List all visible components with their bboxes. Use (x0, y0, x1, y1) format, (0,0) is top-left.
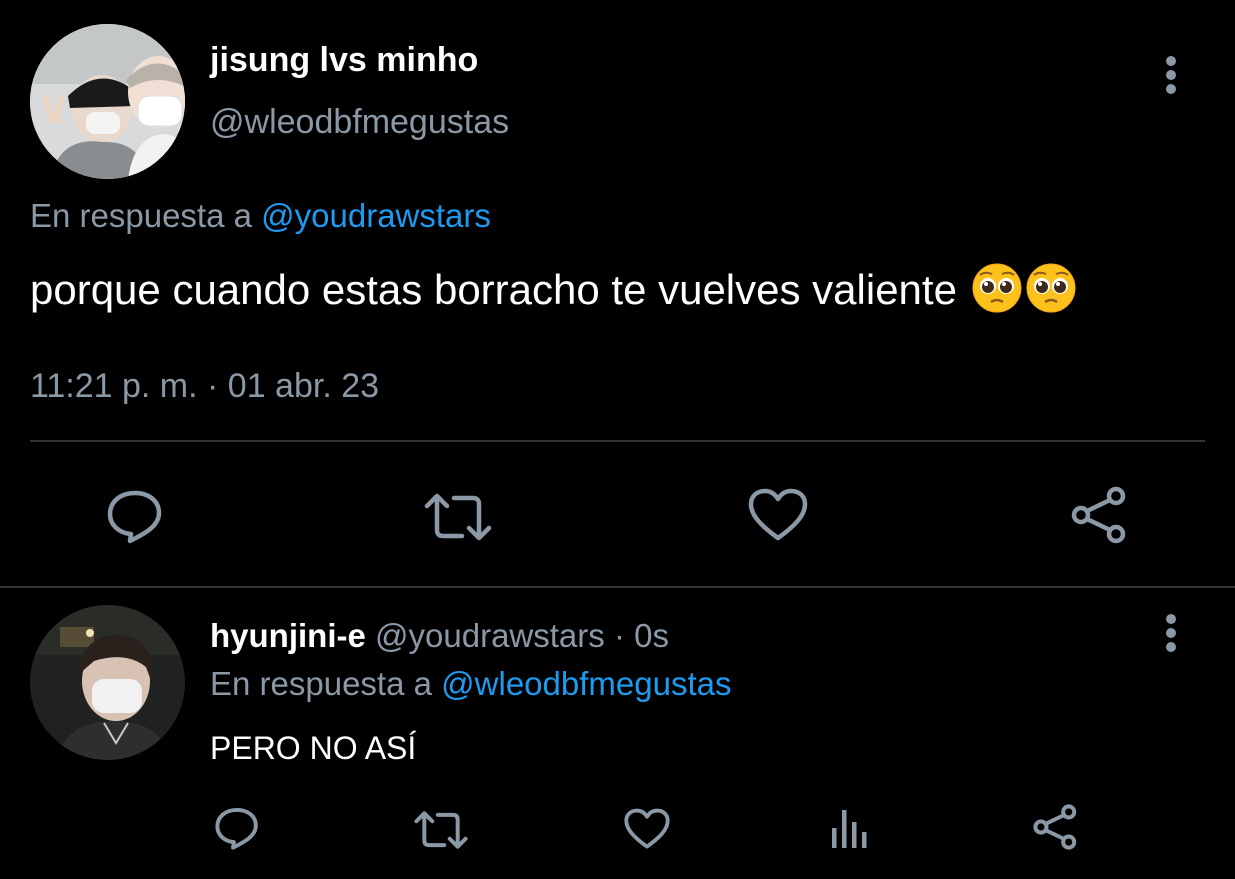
main-tweet: jisung lvs minho @wleodbfmegustas En res… (0, 0, 1235, 586)
avatar-photo (30, 24, 185, 179)
pleading-face-icon (971, 262, 1023, 314)
reply-button[interactable] (106, 488, 164, 544)
retweet-icon (424, 493, 492, 541)
share-icon (1071, 486, 1126, 544)
share-icon (1033, 804, 1077, 850)
display-name[interactable]: hyunjini-e (210, 617, 366, 654)
reply-context: En respuesta a @wleodbfmegustas (210, 662, 731, 706)
user-handle[interactable]: @wleodbfmegustas (210, 100, 509, 144)
reply-context: En respuesta a @youdrawstars (30, 194, 491, 238)
reply-mention-link[interactable]: @youdrawstars (261, 197, 491, 234)
avatar[interactable] (30, 605, 185, 760)
reply-button[interactable] (214, 806, 260, 850)
reply-prefix: En respuesta a (30, 197, 252, 234)
like-button[interactable] (624, 808, 670, 850)
retweet-icon (414, 811, 468, 849)
share-button[interactable] (1070, 486, 1130, 544)
tweet-timestamp[interactable]: 11:21 p. m. · 01 abr. 23 (30, 364, 379, 408)
separator-dot: · (613, 617, 625, 654)
views-icon (832, 810, 867, 848)
views-button[interactable] (830, 806, 870, 850)
like-icon (624, 808, 670, 849)
user-handle[interactable]: @youdrawstars (375, 617, 605, 654)
share-button[interactable] (1032, 804, 1080, 850)
tweet-time[interactable]: 0s (634, 617, 669, 654)
more-options-icon[interactable] (1157, 52, 1187, 98)
reply-prefix: En respuesta a (210, 665, 432, 702)
tweet-text: PERO NO ASÍ (210, 730, 417, 766)
tweet-body: porque cuando estas borracho te vuelves … (30, 266, 957, 313)
display-name[interactable]: jisung lvs minho (210, 38, 478, 82)
divider (30, 440, 1205, 442)
tweet-separator (0, 586, 1235, 588)
retweet-button[interactable] (424, 492, 492, 542)
reply-mention-link[interactable]: @wleodbfmegustas (441, 665, 731, 702)
like-icon (748, 488, 808, 541)
like-button[interactable] (748, 488, 808, 542)
avatar[interactable] (30, 24, 185, 179)
reply-icon (107, 490, 162, 544)
retweet-button[interactable] (414, 810, 468, 850)
pleading-face-icon (1025, 262, 1077, 314)
tweet-text: porque cuando estas borracho te vuelves … (30, 262, 1077, 318)
avatar-photo (30, 605, 185, 760)
reply-header: hyunjini-e @youdrawstars · 0s (210, 614, 669, 658)
more-options-icon[interactable] (1157, 610, 1187, 656)
reply-icon (215, 807, 258, 850)
